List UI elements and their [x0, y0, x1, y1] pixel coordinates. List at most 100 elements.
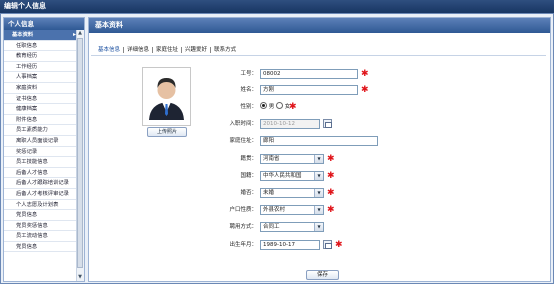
gender-female-radio[interactable]: [276, 102, 284, 109]
sidebar-item[interactable]: 证书信息: [4, 94, 78, 105]
marital-label: 婚否：: [240, 190, 257, 196]
chevron-down-icon[interactable]: ▼: [314, 172, 323, 180]
gender-male-label: 男: [268, 104, 275, 110]
gender-radio-group: 男 女: [260, 101, 290, 113]
hukou-label: 户口性质：: [229, 207, 257, 213]
nationality-value: 中华人民共和国: [263, 173, 302, 179]
field-emp-no: 工号： 08002 ✱: [209, 68, 369, 80]
sidebar-item[interactable]: 员工技能信息: [4, 157, 78, 168]
field-native: 籍贯： 河南省 ▼ ✱: [209, 153, 369, 165]
hire-date-label: 入职时间：: [229, 121, 257, 127]
tab-contact[interactable]: 联系方式: [211, 45, 239, 53]
nationality-select[interactable]: 中华人民共和国 ▼: [260, 171, 324, 181]
sidebar-item[interactable]: 奖惩记录: [4, 147, 78, 158]
sidebar-item[interactable]: 家庭资料: [4, 83, 78, 94]
emp-no-label: 工号：: [240, 71, 257, 77]
native-select[interactable]: 河南省 ▼: [260, 154, 324, 164]
sidebar-item[interactable]: 任职信息: [4, 41, 78, 52]
sidebar-item[interactable]: 健康档案: [4, 104, 78, 115]
panel-title: 基本资料: [89, 18, 550, 33]
required-mark: ✱: [361, 85, 369, 95]
birth-input[interactable]: 1989-10-17: [260, 240, 320, 250]
window-title: 编辑个人信息: [0, 0, 554, 13]
required-mark: ✱: [327, 188, 335, 198]
sidebar-item[interactable]: 个人志愿及计划表: [4, 200, 78, 211]
scroll-down-icon[interactable]: ▼: [77, 274, 83, 281]
field-address: 家庭住址： 廊阳: [209, 135, 509, 147]
sidebar-item-label: 基本资料: [12, 32, 34, 38]
tab-bar: 基本信息 详细信息 家庭住址 兴趣爱好 联系方式: [95, 45, 239, 53]
sidebar-item[interactable]: 后备人才跟踪培训记录: [4, 178, 78, 189]
calendar-icon[interactable]: [323, 240, 332, 249]
address-input[interactable]: 廊阳: [260, 136, 378, 146]
sidebar-item[interactable]: 党员奖惩信息: [4, 221, 78, 232]
field-marital: 婚否： 未婚 ▼ ✱: [209, 187, 369, 199]
chevron-down-icon[interactable]: ▼: [314, 223, 323, 231]
sidebar-item[interactable]: 教育经历: [4, 51, 78, 62]
name-label: 姓名：: [240, 87, 257, 93]
employ-type-label: 聘用方式：: [229, 224, 257, 230]
field-nationality: 国籍： 中华人民共和国 ▼ ✱: [209, 170, 369, 182]
field-name: 姓名： 方刚 ✱: [209, 84, 369, 96]
chevron-down-icon[interactable]: ▼: [314, 206, 323, 214]
sidebar-list: 基本资料 ▸ 任职信息 教育经历 工作经历 人事档案 家庭资料 证书信息 健康档案…: [4, 30, 78, 281]
sidebar-item[interactable]: 党员信息: [4, 210, 78, 221]
tab-hobbies[interactable]: 兴趣爱好: [182, 45, 210, 53]
avatar: [142, 67, 191, 126]
marital-value: 未婚: [263, 190, 275, 196]
sidebar-item-basic[interactable]: 基本资料 ▸: [4, 30, 78, 41]
address-label: 家庭住址：: [229, 138, 257, 144]
emp-no-input[interactable]: 08002: [260, 69, 358, 79]
sidebar-item[interactable]: 人事档案: [4, 72, 78, 83]
scrollbar-thumb[interactable]: [77, 38, 83, 268]
native-value: 河南省: [263, 156, 280, 162]
scroll-up-icon[interactable]: ▲: [77, 30, 83, 37]
tab-underline: [91, 55, 546, 56]
chevron-down-icon[interactable]: ▼: [314, 155, 323, 163]
window-body: 个人信息 基本资料 ▸ 任职信息 教育经历 工作经历 人事档案 家庭资料 证书信息…: [0, 13, 554, 284]
gender-male-radio[interactable]: [260, 102, 267, 109]
sidebar-title: 个人信息: [4, 18, 84, 30]
sidebar-item[interactable]: 后备人才信息: [4, 168, 78, 179]
sidebar-item[interactable]: 离职人员面谈记录: [4, 136, 78, 147]
field-gender: 性别： 男 女 ✱: [209, 101, 369, 113]
hire-date-input[interactable]: 2010-10-12: [260, 119, 320, 129]
name-input[interactable]: 方刚: [260, 85, 358, 95]
calendar-icon[interactable]: [323, 119, 332, 128]
employ-type-select[interactable]: 合同工 ▼: [260, 222, 324, 232]
field-hire-date: 入职时间： 2010-10-12: [209, 118, 369, 130]
sidebar-item[interactable]: 附件信息: [4, 115, 78, 126]
upload-photo-button[interactable]: 上传照片: [147, 127, 187, 137]
required-mark: ✱: [361, 69, 369, 79]
required-mark: ✱: [327, 154, 335, 164]
required-mark: ✱: [327, 205, 335, 215]
tab-basic-info[interactable]: 基本信息: [95, 45, 123, 53]
required-mark: ✱: [335, 240, 343, 250]
gender-label: 性别：: [240, 104, 257, 110]
field-employ-type: 聘用方式： 合同工 ▼: [209, 221, 369, 233]
marital-select[interactable]: 未婚 ▼: [260, 188, 324, 198]
sidebar-item[interactable]: 工作经历: [4, 62, 78, 73]
person-icon: [149, 78, 184, 120]
employ-type-value: 合同工: [263, 224, 280, 230]
sidebar-item[interactable]: 员工素质能力: [4, 125, 78, 136]
required-mark: ✱: [289, 102, 297, 112]
sidebar: 个人信息 基本资料 ▸ 任职信息 教育经历 工作经历 人事档案 家庭资料 证书信息…: [3, 17, 85, 282]
tab-detail-info[interactable]: 详细信息: [124, 45, 152, 53]
required-mark: ✱: [327, 171, 335, 181]
sidebar-item[interactable]: 员工流动信息: [4, 231, 78, 242]
sidebar-item[interactable]: 后备人才考核评审记录: [4, 189, 78, 200]
save-button[interactable]: 保存: [306, 270, 339, 280]
field-birth: 出生年月： 1989-10-17 ✱: [209, 239, 369, 251]
native-label: 籍贯：: [240, 156, 257, 162]
birth-label: 出生年月：: [229, 242, 257, 248]
tab-home-address[interactable]: 家庭住址: [153, 45, 181, 53]
nationality-label: 国籍：: [240, 173, 257, 179]
sidebar-item[interactable]: 党员信息: [4, 242, 78, 253]
hukou-select[interactable]: 外县农村 ▼: [260, 205, 324, 215]
content-panel: 基本资料 基本信息 详细信息 家庭住址 兴趣爱好 联系方式 上传照片 工号： 08002…: [88, 17, 551, 282]
chevron-down-icon[interactable]: ▼: [314, 189, 323, 197]
field-hukou: 户口性质： 外县农村 ▼ ✱: [209, 204, 369, 216]
sidebar-scrollbar[interactable]: ▲ ▼: [76, 30, 84, 281]
hukou-value: 外县农村: [263, 207, 286, 213]
